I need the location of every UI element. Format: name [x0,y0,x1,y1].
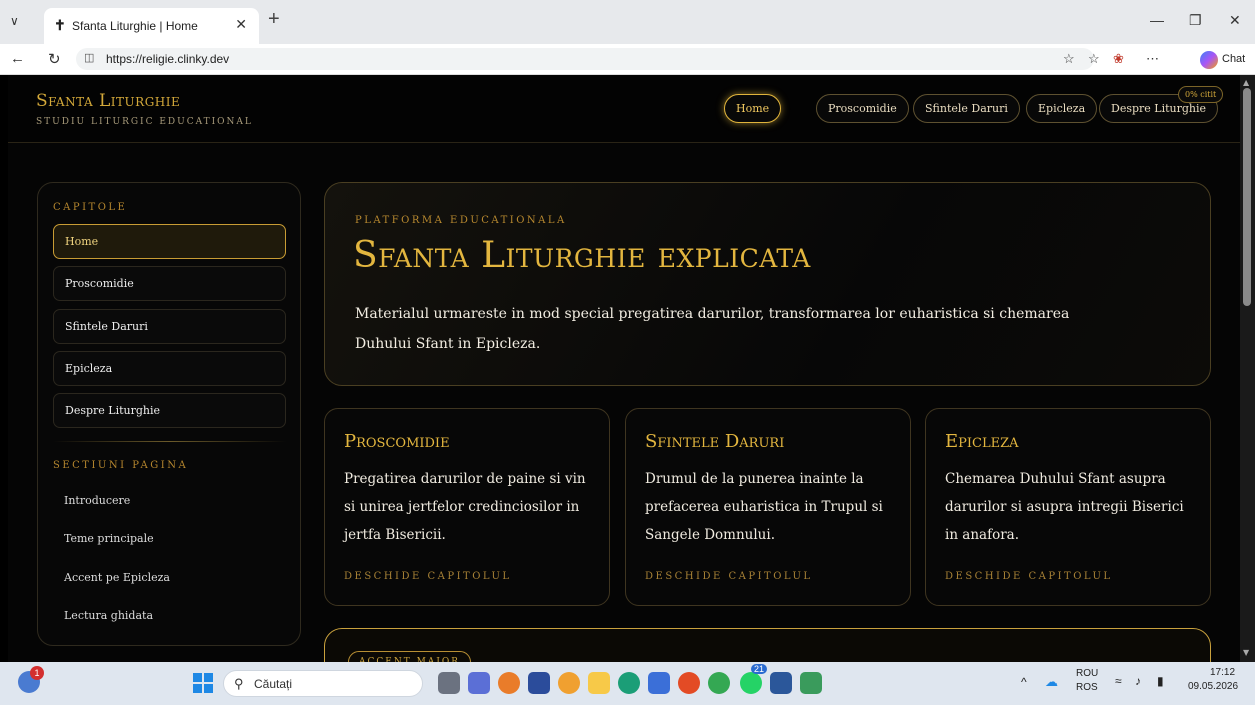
hero-title: Sfanta Liturghie explicata [353,235,811,276]
app-icon[interactable] [648,672,670,694]
search-placeholder: Căutați [254,677,293,691]
site-header: Sfanta Liturghie STUDIU LITURGIC EDUCATI… [8,75,1240,143]
sidebar-item-proscomidie[interactable]: Proscomidie [53,266,286,301]
favorite-star-icon[interactable]: ☆ [1063,51,1075,67]
teams-icon[interactable] [468,672,490,694]
hero-kicker: PLATFORMA EDUCATIONALA [355,215,567,226]
file-explorer-icon[interactable] [588,672,610,694]
scroll-down-icon[interactable]: ▼ [1243,648,1249,657]
card-open-link[interactable]: DESCHIDE CAPITOLUL [945,571,1113,582]
onedrive-icon[interactable]: ☁ [1045,674,1058,690]
accent-badge: ACCENT MAJOR [348,651,472,662]
app-icon[interactable] [800,672,822,694]
taskbar-search[interactable]: ⚲ Căutați [223,670,423,697]
save-app-icon[interactable] [528,672,550,694]
whatsapp-badge: 21 [751,664,768,674]
task-view-icon[interactable] [438,672,460,694]
nav-sfintele-daruri[interactable]: Sfintele Daruri [913,94,1020,123]
back-icon[interactable]: ← [10,50,25,67]
word-icon[interactable] [770,672,792,694]
browser-tab[interactable]: ✝ Sfanta Liturghie | Home ✕ [44,8,259,44]
site-info-icon[interactable]: ◫ [84,51,94,64]
minimize-icon[interactable]: — [1150,12,1164,28]
firefox-icon[interactable] [498,672,520,694]
card-text: Drumul de la punerea inainte la prefacer… [645,471,883,543]
site-tagline: STUDIU LITURGIC EDUCATIONAL [36,117,253,127]
scrollbar-thumb[interactable] [1243,88,1251,306]
app-icon[interactable] [558,672,580,694]
card-proscomidie[interactable]: Proscomidie Pregatirea darurilor de pain… [324,408,610,606]
card-text: Chemarea Duhului Sfant asupra darurilor … [945,471,1184,543]
weather-badge: 1 [30,666,44,680]
site-brand[interactable]: Sfanta Liturghie [36,91,180,111]
favorites-list-icon[interactable]: ☆ [1088,51,1100,67]
edge-icon[interactable] [618,672,640,694]
refresh-icon[interactable]: ↻ [48,50,61,68]
url-field[interactable]: ◫ https://religie.clinky.dev [76,48,1094,70]
url-text: https://religie.clinky.dev [106,52,230,66]
sidebar-item-home[interactable]: Home [53,224,286,259]
sidebar-item-epicleza[interactable]: Epicleza [53,351,286,386]
search-icon: ⚲ [234,676,244,691]
nav-proscomidie[interactable]: Proscomidie [816,94,909,123]
section-link-teme-principale[interactable]: Teme principale [64,532,154,545]
volume-icon[interactable]: ♪ [1135,674,1141,688]
card-text: Pregatirea darurilor de paine si vin si … [344,471,586,543]
section-link-accent-pe-epicleza[interactable]: Accent pe Epicleza [64,571,170,584]
hero-panel: PLATFORMA EDUCATIONALA Sfanta Liturghie … [324,182,1211,386]
card-open-link[interactable]: DESCHIDE CAPITOLUL [645,571,813,582]
reading-progress-badge: 0% citit [1178,86,1224,103]
screen: ∨ ✝ Sfanta Liturghie | Home ✕ + — ❐ ✕ ← … [0,0,1255,705]
cross-favicon-icon: ✝ [54,17,66,33]
nav-epicleza[interactable]: Epicleza [1026,94,1098,123]
language-top[interactable]: ROU [1076,668,1098,679]
sidebar-item-sfintele-daruri[interactable]: Sfintele Daruri [53,309,286,344]
web-page: Sfanta Liturghie STUDIU LITURGIC EDUCATI… [8,75,1240,662]
section-link-lectura-ghidata[interactable]: Lectura ghidata [64,609,153,622]
wifi-icon[interactable]: ≈ [1115,674,1122,688]
card-title: Epicleza [945,431,1019,452]
chapters-heading: CAPITOLE [53,202,128,213]
battery-icon[interactable]: ▮ [1157,674,1164,688]
restore-icon[interactable]: ❐ [1189,12,1202,29]
accent-panel: ACCENT MAJOR [324,628,1211,662]
card-epicleza[interactable]: Epicleza Chemarea Duhului Sfant asupra d… [925,408,1211,606]
address-bar: ← ↻ ◫ https://religie.clinky.dev ☆ ☆ ❀ ⋯… [0,44,1255,75]
scroll-up-icon[interactable]: ▲ [1243,78,1249,87]
chapter-sidebar: CAPITOLE Home Proscomidie Sfintele Darur… [37,182,301,646]
opera-icon[interactable] [678,672,700,694]
card-title: Proscomidie [344,431,450,452]
start-button[interactable] [193,673,213,693]
nav-home[interactable]: Home [724,94,782,123]
close-tab-icon[interactable]: ✕ [235,16,247,33]
chrome-icon[interactable] [708,672,730,694]
browser-tab-bar: ∨ ✝ Sfanta Liturghie | Home ✕ + — ❐ ✕ [0,0,1255,44]
windows-taskbar: 1 ⚲ Căutați 21 ^ ☁ ROU ROS ≈ ♪ ▮ 17:12 0… [0,662,1255,705]
more-options-icon[interactable]: ⋯ [1146,51,1159,67]
card-title: Sfintele Daruri [645,431,785,452]
new-tab-icon[interactable]: + [268,8,280,31]
copilot-icon[interactable] [1200,51,1218,69]
card-open-link[interactable]: DESCHIDE CAPITOLUL [344,571,512,582]
tray-overflow-icon[interactable]: ^ [1021,675,1027,689]
sidebar-divider [53,441,286,442]
clock-time[interactable]: 17:12 [1210,667,1235,678]
section-link-introducere[interactable]: Introducere [64,494,130,507]
hero-description: Materialul urmareste in mod special preg… [355,306,1070,352]
clock-date[interactable]: 09.05.2026 [1188,681,1238,692]
tab-title: Sfanta Liturghie | Home [72,19,198,33]
close-window-icon[interactable]: ✕ [1229,12,1241,29]
sections-heading: SECTIUNI PAGINA [53,460,189,471]
card-sfintele-daruri[interactable]: Sfintele Daruri Drumul de la punerea ina… [625,408,911,606]
whatsapp-icon[interactable] [740,672,762,694]
sidebar-item-despre-liturghie[interactable]: Despre Liturghie [53,393,286,428]
extension-icon[interactable]: ❀ [1113,51,1124,67]
chat-button[interactable]: Chat [1222,53,1245,65]
language-bottom[interactable]: ROS [1076,682,1098,693]
tab-actions-chevron-icon[interactable]: ∨ [10,14,19,28]
